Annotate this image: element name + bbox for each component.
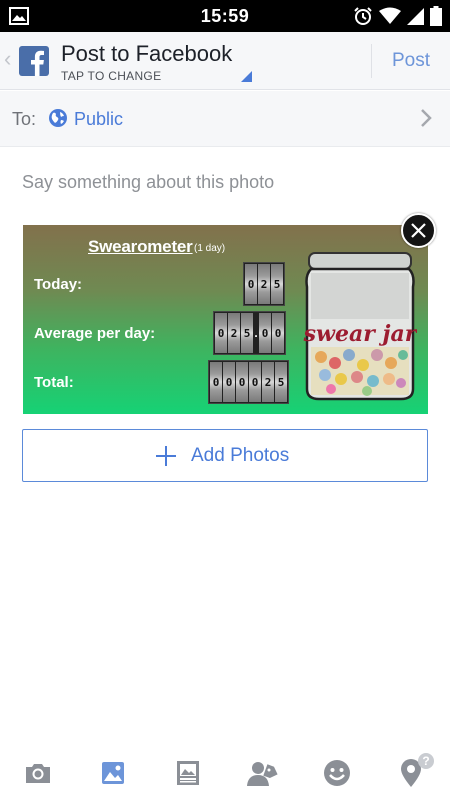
- remove-photo-button[interactable]: [401, 213, 436, 248]
- counter-digit: 2: [258, 264, 270, 304]
- close-icon: [411, 223, 426, 238]
- album-button[interactable]: [173, 758, 203, 788]
- total-counter: 0 0 0 0 2 5: [208, 360, 289, 404]
- counter-digit: 0: [223, 362, 235, 402]
- emoji-button[interactable]: [322, 758, 352, 788]
- composer-toolbar: [0, 748, 450, 800]
- counter-digit: 0: [272, 313, 284, 353]
- average-counter: 0 2 5 . 0 0: [213, 311, 286, 355]
- counter-digit: 0: [259, 313, 271, 353]
- status-input[interactable]: Say something about this photo: [22, 172, 274, 193]
- swearometer-title: Swearometer: [88, 237, 193, 256]
- page-title[interactable]: Post to Facebook: [61, 41, 232, 67]
- composer-header: ‹ Post to Facebook TAP TO CHANGE Post: [0, 32, 450, 90]
- add-photos-label: Add Photos: [191, 445, 290, 466]
- globe-icon: [49, 109, 67, 127]
- counter-digit: 0: [215, 313, 227, 353]
- attached-photo: Swearometer (1 day) Today: 0 2 5 Average…: [23, 225, 428, 414]
- audience-selector[interactable]: To: Public: [0, 91, 450, 147]
- plus-icon: [156, 446, 176, 466]
- emoji-icon: [324, 760, 350, 786]
- post-button[interactable]: Post: [372, 50, 450, 72]
- camera-icon: [26, 764, 50, 783]
- counter-digit: 0: [249, 362, 261, 402]
- today-label: Today:: [34, 276, 83, 293]
- wifi-icon: [379, 7, 401, 24]
- add-photos-button[interactable]: Add Photos: [22, 429, 428, 482]
- battery-icon: [430, 6, 442, 26]
- tag-people-icon: [247, 762, 278, 786]
- audience-label: To:: [12, 109, 37, 129]
- facebook-icon: [19, 46, 49, 76]
- counter-digit: 0: [245, 264, 257, 304]
- counter-digit: 5: [275, 362, 287, 402]
- camera-button[interactable]: [23, 758, 53, 788]
- counter-digit: 0: [210, 362, 222, 402]
- counter-digit: 5: [271, 264, 283, 304]
- counter-digit: 5: [241, 313, 253, 353]
- target-dropdown-icon[interactable]: [241, 71, 252, 82]
- photo-icon: [102, 762, 124, 784]
- decimal-point: .: [254, 326, 258, 340]
- swear-jar-image: swear jar: [303, 252, 417, 401]
- album-icon: [177, 761, 199, 785]
- total-label: Total:: [34, 374, 74, 391]
- counter-digit: 2: [228, 313, 240, 353]
- target-subtitle[interactable]: TAP TO CHANGE: [61, 69, 161, 83]
- swearometer-period: (1 day): [194, 243, 226, 254]
- counter-digit: 0: [236, 362, 248, 402]
- audience-value[interactable]: Public: [74, 109, 123, 130]
- back-chevron-icon[interactable]: ‹: [4, 46, 11, 72]
- alarm-icon: [354, 7, 372, 25]
- photo-button[interactable]: [98, 758, 128, 788]
- today-counter: 0 2 5: [243, 262, 285, 306]
- chevron-right-icon: [421, 109, 432, 127]
- swear-jar-label: swear jar: [303, 321, 417, 347]
- counter-digit: 2: [262, 362, 274, 402]
- tag-people-button[interactable]: [247, 758, 278, 788]
- help-badge[interactable]: ?: [418, 753, 434, 769]
- status-bar: 15:59: [0, 0, 450, 32]
- signal-icon: [407, 7, 424, 25]
- average-label: Average per day:: [34, 325, 156, 342]
